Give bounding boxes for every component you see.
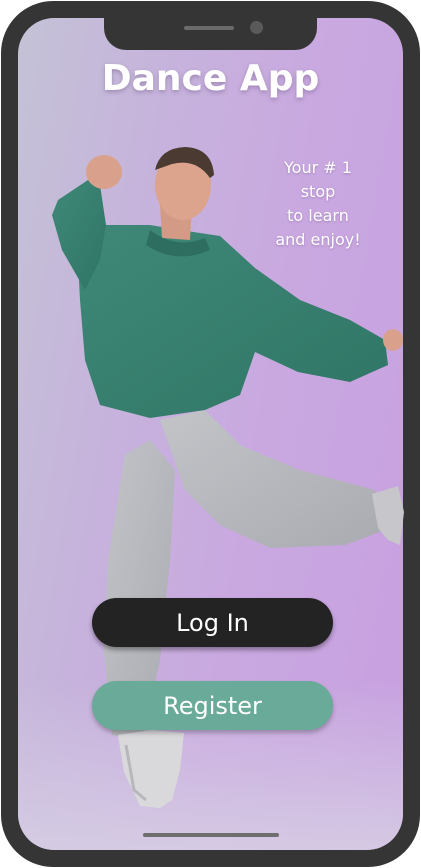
app-title: Dance App xyxy=(101,58,320,99)
home-indicator[interactable] xyxy=(143,833,279,837)
register-button[interactable]: Register xyxy=(92,681,333,730)
tagline-line: stop xyxy=(300,182,336,201)
front-camera xyxy=(250,21,263,34)
tagline: Your # 1 stop to learn and enjoy! xyxy=(262,156,374,252)
register-button-label: Register xyxy=(163,691,262,720)
tagline-line: Your # 1 xyxy=(284,158,352,177)
tagline-line: to learn xyxy=(287,206,349,225)
tagline-line: and enjoy! xyxy=(275,230,361,249)
dancer-photo xyxy=(52,147,404,808)
phone-notch xyxy=(104,17,317,50)
login-button[interactable]: Log In xyxy=(92,598,333,647)
speaker-grille xyxy=(184,26,234,30)
login-button-label: Log In xyxy=(176,608,249,637)
